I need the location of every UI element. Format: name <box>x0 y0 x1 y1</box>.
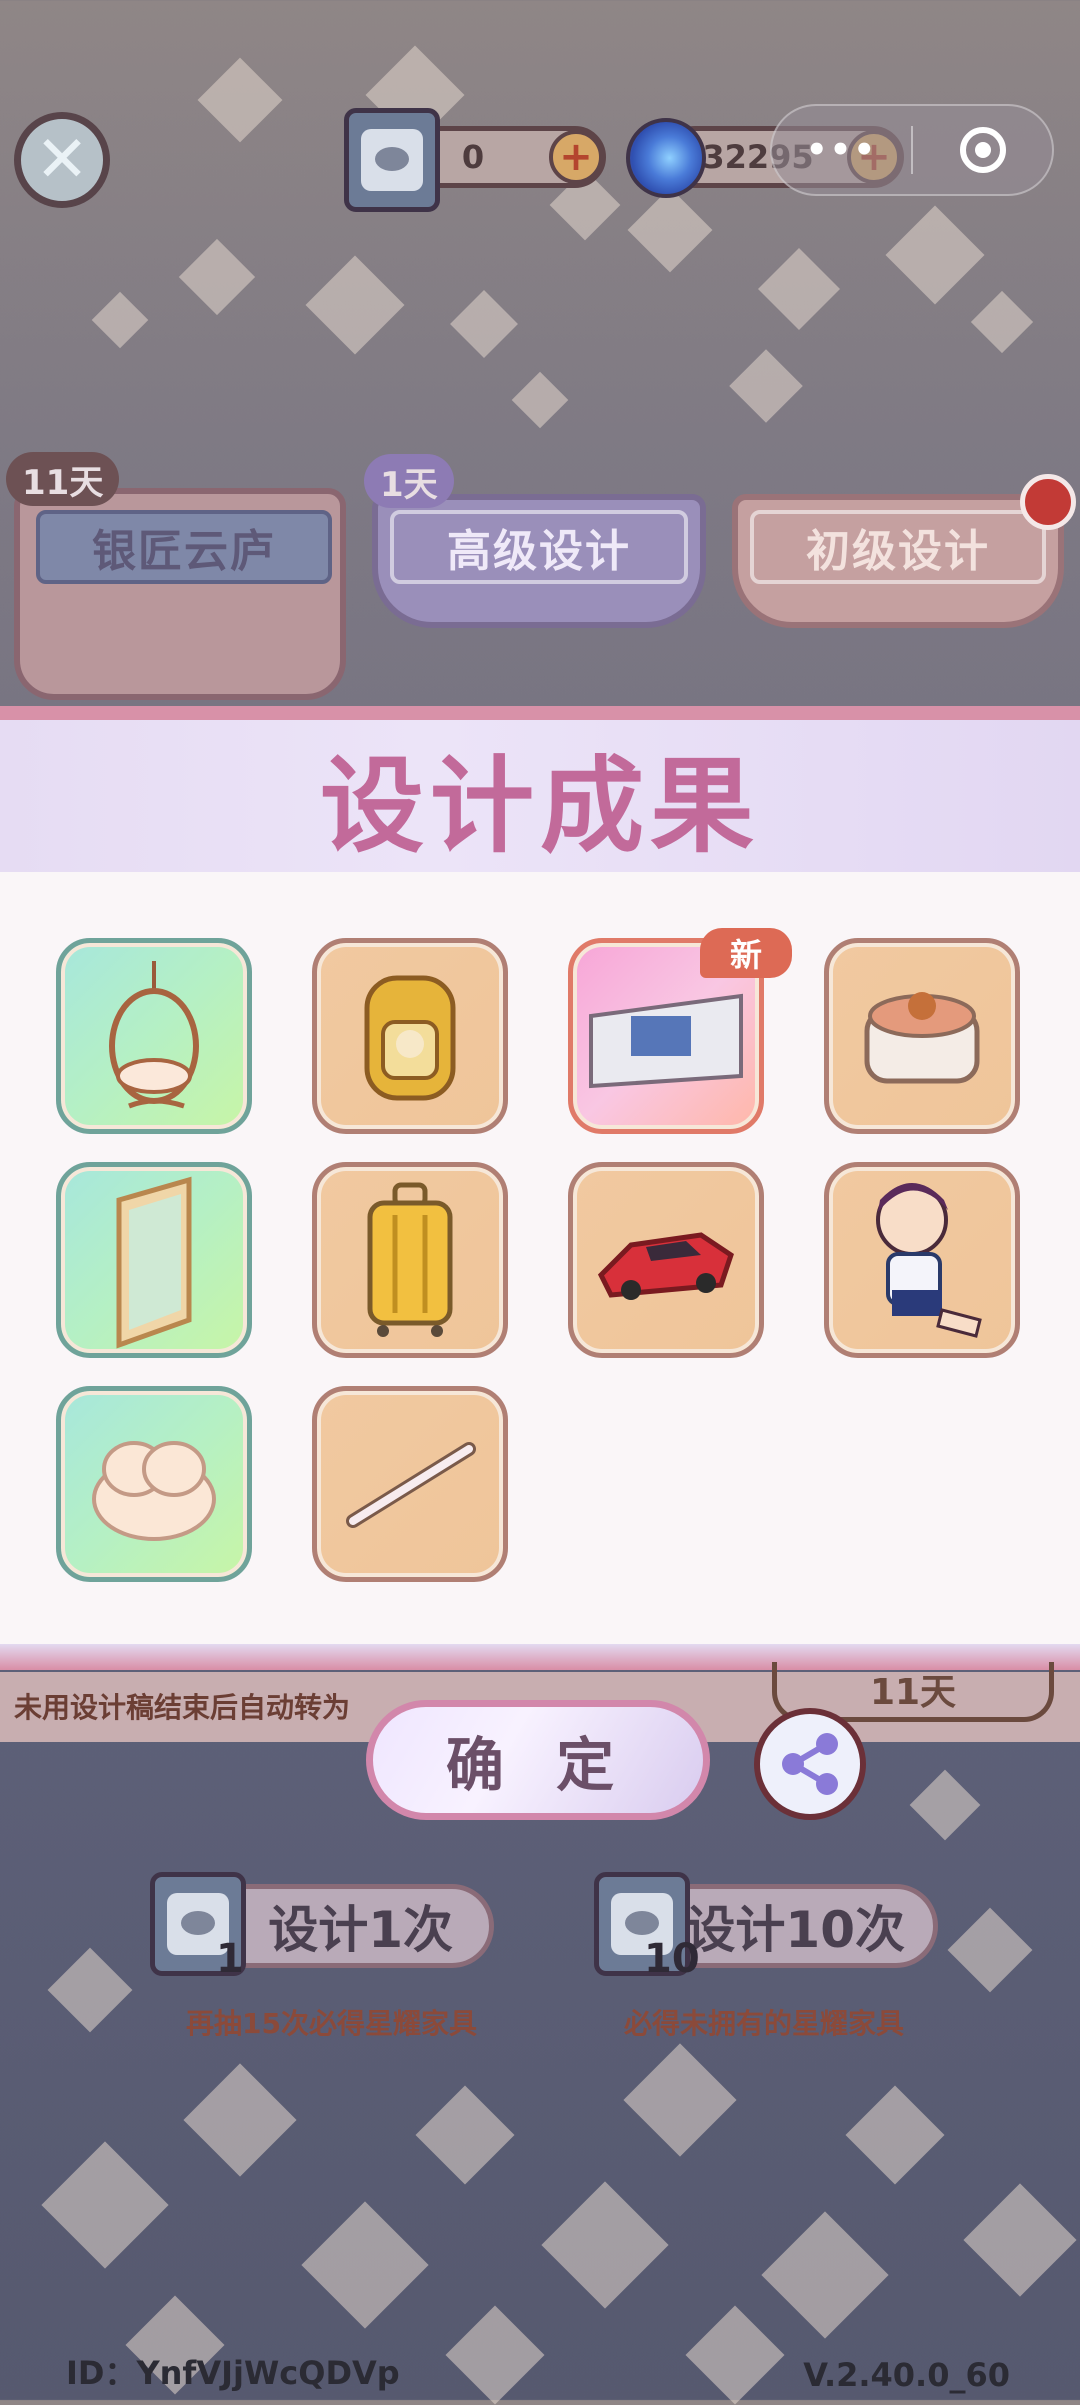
banner-tab-silversmith[interactable]: 银匠云庐 <box>14 488 346 700</box>
item-doll[interactable] <box>824 1162 1020 1358</box>
yellow-backpack-icon <box>364 975 456 1101</box>
swirl-currency-icon <box>626 118 706 198</box>
draw-once-cost: 1 <box>216 1936 244 1982</box>
item-hot-pot[interactable] <box>824 938 1020 1134</box>
add-ticket-button[interactable]: + <box>549 130 603 184</box>
boy-doll-icon <box>876 1183 982 1338</box>
modal-title: 设计成果 <box>319 744 760 867</box>
banner-name: 初级设计 <box>806 526 990 577</box>
yellow-suitcase-icon <box>367 1182 453 1337</box>
cloud-cushion-icon <box>92 1441 216 1541</box>
item-hanging-chair[interactable] <box>56 938 252 1134</box>
banner-tab-basic[interactable]: 初级设计 <box>732 494 1064 628</box>
close-icon: ✕ <box>35 123 89 197</box>
version-label: V.2.40.0_60 <box>803 2356 1010 2394</box>
item-suitcase[interactable] <box>312 1162 508 1358</box>
exit-button[interactable] <box>913 127 1052 173</box>
red-sports-car-toy-icon <box>597 1232 734 1300</box>
design-ticket-icon <box>344 108 440 212</box>
modal-header: 设计成果 <box>0 720 1080 872</box>
item-backpack[interactable] <box>312 938 508 1134</box>
item-stick[interactable] <box>312 1386 508 1582</box>
days-left-badge: 1天 <box>364 454 454 508</box>
close-button[interactable]: ✕ <box>14 112 110 208</box>
item-cushion[interactable] <box>56 1386 252 1582</box>
draw-ten-label: 设计10次 <box>685 1901 905 1959</box>
draw-once-hint: 再抽15次必得星耀家具 <box>186 2007 477 2040</box>
hot-pot-icon <box>864 992 980 1084</box>
wooden-stick-icon <box>346 1442 476 1528</box>
share-icon <box>782 1733 838 1795</box>
item-mirror[interactable] <box>56 1162 252 1358</box>
mini-program-capsule: ••• <box>770 104 1054 196</box>
user-id: ID：YnfVJjWcQDVp <box>66 2354 400 2392</box>
banner-name: 银匠云庐 <box>92 526 276 577</box>
tall-mirror-icon <box>116 1176 192 1349</box>
hanging-egg-chair-icon <box>109 961 199 1109</box>
target-icon <box>959 127 1006 173</box>
confirm-label: 确 定 <box>445 1731 631 1799</box>
draw-once-label: 设计1次 <box>268 1901 453 1959</box>
banner-name: 高级设计 <box>447 526 631 577</box>
banner-tab-advanced[interactable]: 高级设计 <box>372 494 706 628</box>
draw-ten-cost: 10 <box>644 1936 700 1982</box>
item-toy-car[interactable] <box>568 1162 764 1358</box>
share-button[interactable] <box>754 1708 866 1820</box>
more-menu-button[interactable]: ••• <box>772 130 911 170</box>
confirm-button[interactable]: 确 定 <box>366 1700 710 1820</box>
banner-wall-decor-icon <box>589 993 743 1089</box>
unused-draft-notice: 未用设计稿结束后自动转为 <box>14 1691 351 1724</box>
notification-dot <box>1020 474 1076 530</box>
days-left-badge: 11天 <box>6 452 120 506</box>
draw-ten-hint: 必得未拥有的星耀家具 <box>624 2007 905 2040</box>
new-badge: 新 <box>700 928 792 978</box>
